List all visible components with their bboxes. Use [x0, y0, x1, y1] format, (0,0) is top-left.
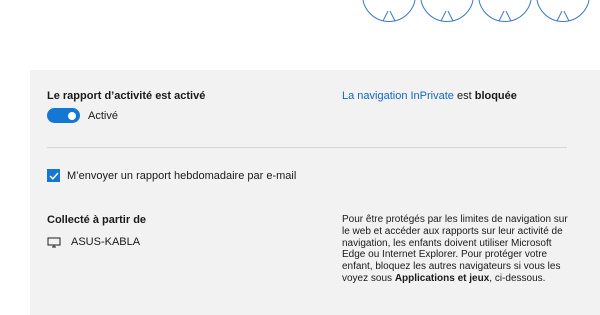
person-outline-icon	[498, 11, 512, 21]
activity-report-toggle[interactable]	[47, 108, 80, 123]
info-text-2: , ci-dessous.	[489, 272, 546, 284]
toggle-label: Activé	[88, 109, 118, 122]
device-name: ASUS-KABLA	[71, 236, 141, 248]
check-icon	[48, 171, 59, 180]
monitor-icon	[47, 237, 61, 247]
avatar-row	[0, 0, 600, 30]
weekly-email-checkbox[interactable]	[47, 169, 60, 182]
activity-toggle-row: Activé	[47, 108, 118, 123]
weekly-email-row: M’envoyer un rapport hebdomadaire par e-…	[47, 169, 296, 182]
inprivate-link[interactable]: La navigation InPrivate	[342, 90, 454, 102]
weekly-email-label: M’envoyer un rapport hebdomadaire par e-…	[67, 169, 297, 182]
activity-report-title: Le rapport d’activité est activé	[47, 90, 206, 102]
apps-and-games-link-text: Applications et jeux	[394, 272, 490, 284]
person-outline-icon	[440, 11, 454, 21]
avatar[interactable]	[536, 0, 590, 22]
person-outline-icon	[382, 11, 396, 21]
divider	[47, 147, 567, 148]
person-outline-icon	[556, 11, 570, 21]
device-row: ASUS-KABLA	[47, 236, 140, 248]
inprivate-middle-text: est	[453, 90, 475, 102]
inprivate-status-value: bloquée	[474, 90, 517, 102]
collected-from-title: Collecté à partir de	[47, 214, 147, 226]
avatar[interactable]	[362, 0, 416, 22]
toggle-knob	[68, 111, 76, 120]
avatar[interactable]	[478, 0, 532, 22]
avatar[interactable]	[420, 0, 474, 22]
activity-settings-panel: Le rapport d’activité est activé Activé …	[30, 70, 600, 315]
browser-info-text: Pour être protégés par les limites de na…	[342, 214, 570, 285]
inprivate-status: La navigation InPrivate est bloquée	[342, 90, 517, 102]
